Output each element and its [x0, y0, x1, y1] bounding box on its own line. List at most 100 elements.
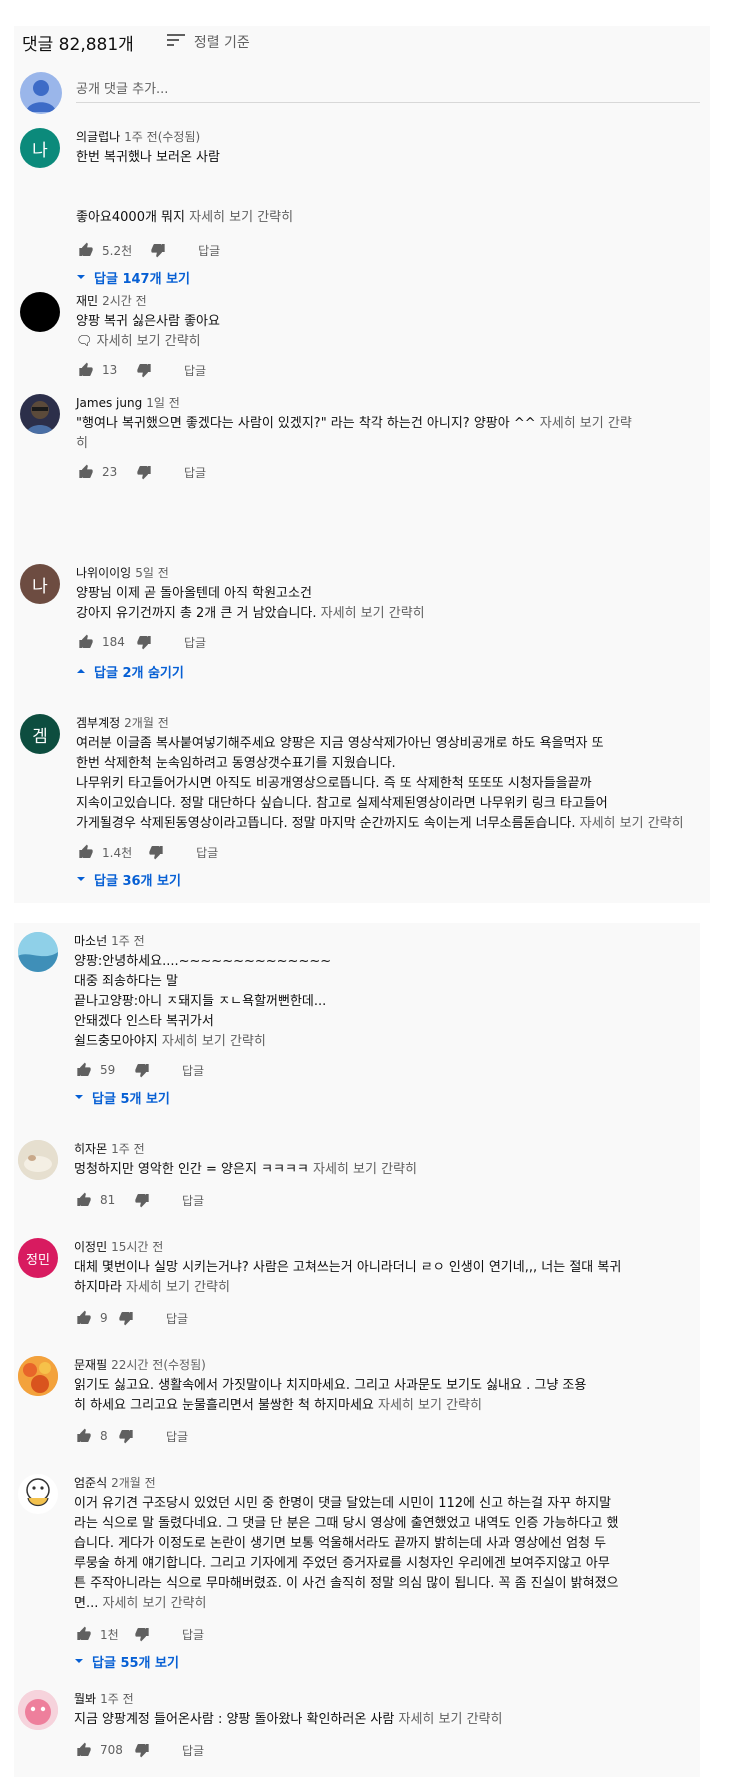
- comment-author[interactable]: 이정민: [74, 1240, 107, 1254]
- show-less-link[interactable]: 간략히: [381, 1162, 417, 1177]
- show-less-link[interactable]: 간략히: [467, 1712, 503, 1727]
- show-less-link[interactable]: 간략히: [230, 1034, 266, 1049]
- avatar[interactable]: 나: [20, 564, 60, 604]
- show-less-link[interactable]: 간략히: [194, 1280, 230, 1295]
- comment-time[interactable]: 22시간 전(수정됨): [111, 1358, 206, 1372]
- like-icon[interactable]: [74, 1308, 94, 1328]
- avatar[interactable]: [20, 394, 60, 434]
- comment-time[interactable]: 1주 전: [111, 1142, 145, 1156]
- reply-button[interactable]: 답글: [196, 844, 218, 861]
- read-more-link[interactable]: 자세히 보기: [313, 1162, 377, 1177]
- sort-label: 정렬 기준: [193, 35, 250, 51]
- reply-button[interactable]: 답글: [184, 362, 206, 379]
- dislike-icon[interactable]: [116, 1308, 136, 1328]
- read-more-link[interactable]: 자세히 보기: [540, 416, 604, 431]
- comment-time[interactable]: 15시간 전: [111, 1240, 163, 1254]
- like-icon[interactable]: [74, 1740, 94, 1760]
- avatar[interactable]: [20, 292, 60, 332]
- dislike-icon[interactable]: [116, 1426, 136, 1446]
- like-icon[interactable]: [76, 632, 96, 652]
- reply-button[interactable]: 답글: [198, 242, 220, 259]
- avatar[interactable]: [18, 1140, 58, 1180]
- avatar[interactable]: 나: [20, 128, 60, 168]
- read-more-link[interactable]: 자세히 보기: [103, 1596, 167, 1611]
- like-icon[interactable]: [76, 240, 96, 260]
- comment-time[interactable]: 5일 전: [135, 566, 169, 580]
- read-more-link[interactable]: 자세히 보기: [189, 210, 253, 225]
- reply-button[interactable]: 답글: [182, 1742, 204, 1759]
- add-comment-input[interactable]: [76, 76, 700, 103]
- comment-author[interactable]: James jung: [76, 396, 142, 410]
- dislike-icon[interactable]: [148, 240, 168, 260]
- reply-button[interactable]: 답글: [166, 1428, 188, 1445]
- like-icon[interactable]: [74, 1060, 94, 1080]
- comment-author[interactable]: 의글럽나: [76, 130, 120, 144]
- comment-author[interactable]: 뭘봐: [74, 1692, 96, 1706]
- dislike-icon[interactable]: [132, 1190, 152, 1210]
- read-more-link[interactable]: 자세히 보기: [162, 1034, 226, 1049]
- avatar[interactable]: [18, 932, 58, 972]
- show-less-link[interactable]: 간략히: [257, 210, 293, 225]
- comment-time[interactable]: 1주 전: [100, 1692, 134, 1706]
- reply-button[interactable]: 답글: [182, 1192, 204, 1209]
- read-more-link[interactable]: 자세히 보기: [126, 1280, 190, 1295]
- view-replies-button[interactable]: 답글 5개 보기: [74, 1086, 331, 1108]
- comment-author[interactable]: 히자몬: [74, 1142, 107, 1156]
- dislike-icon[interactable]: [134, 632, 154, 652]
- reply-button[interactable]: 답글: [184, 464, 206, 481]
- like-icon[interactable]: [74, 1624, 94, 1644]
- like-icon[interactable]: [76, 360, 96, 380]
- comment-author[interactable]: 문재필: [74, 1358, 107, 1372]
- read-more-link[interactable]: 자세히 보기: [580, 816, 644, 831]
- comment-time[interactable]: 2개월 전: [124, 716, 169, 730]
- reply-button[interactable]: 답글: [182, 1062, 204, 1079]
- show-less-link[interactable]: 간략히: [648, 816, 684, 831]
- like-icon[interactable]: [76, 842, 96, 862]
- comment-author[interactable]: 나위이이잉: [76, 566, 131, 580]
- like-count: 23: [102, 465, 118, 479]
- avatar[interactable]: [18, 1690, 58, 1730]
- dislike-icon[interactable]: [134, 462, 154, 482]
- show-less-link[interactable]: 간략히: [171, 1596, 207, 1611]
- like-icon[interactable]: [76, 462, 96, 482]
- read-more-link[interactable]: 자세히 보기: [321, 606, 385, 621]
- read-more-link[interactable]: 자세히 보기: [97, 334, 161, 349]
- comment-author[interactable]: 엄준식: [74, 1476, 107, 1490]
- avatar[interactable]: 정민: [18, 1238, 58, 1278]
- reply-button[interactable]: 답글: [184, 634, 206, 651]
- show-less-link[interactable]: 간략히: [165, 334, 201, 349]
- avatar[interactable]: 겜: [20, 714, 60, 754]
- show-less-link[interactable]: 간략히: [446, 1398, 482, 1413]
- hide-replies-button[interactable]: 답글 2개 숨기기: [76, 660, 425, 682]
- comment-time[interactable]: 1주 전: [111, 934, 145, 948]
- reply-button[interactable]: 답글: [182, 1626, 204, 1643]
- comment-author[interactable]: 재민: [76, 294, 98, 308]
- comment-time[interactable]: 1주 전(수정됨): [124, 130, 200, 144]
- comment-time[interactable]: 2시간 전: [102, 294, 147, 308]
- comment-time[interactable]: 1일 전: [146, 396, 180, 410]
- dislike-icon[interactable]: [146, 842, 166, 862]
- dislike-icon[interactable]: [132, 1740, 152, 1760]
- read-more-link[interactable]: 자세히 보기: [378, 1398, 442, 1413]
- view-replies-label: 답글 36개 보기: [94, 873, 181, 889]
- like-icon[interactable]: [74, 1190, 94, 1210]
- view-replies-button[interactable]: 답글 36개 보기: [76, 868, 716, 890]
- like-icon[interactable]: [74, 1426, 94, 1446]
- comment-text-line: 양팡:안녕하세요....~~~~~~~~~~~~~~: [74, 954, 332, 969]
- comment-text-line: 지금 양팡계정 들어온사람 : 양팡 돌아왔나 확인하러온 사람: [74, 1712, 395, 1727]
- show-less-link[interactable]: 간략히: [389, 606, 425, 621]
- avatar[interactable]: [18, 1474, 58, 1514]
- read-more-link[interactable]: 자세히 보기: [399, 1712, 463, 1727]
- comment-time[interactable]: 2개월 전: [111, 1476, 156, 1490]
- comment-author[interactable]: 겜부계정: [76, 716, 120, 730]
- reply-button[interactable]: 답글: [166, 1310, 188, 1327]
- dislike-icon[interactable]: [132, 1624, 152, 1644]
- comment-actions: 1천 답글: [74, 1622, 619, 1646]
- sort-button[interactable]: 정렬 기준: [166, 32, 250, 52]
- comment-author[interactable]: 마소넌: [74, 934, 107, 948]
- avatar[interactable]: [18, 1356, 58, 1396]
- dislike-icon[interactable]: [132, 1060, 152, 1080]
- view-replies-button[interactable]: 답글 55개 보기: [74, 1650, 619, 1672]
- dislike-icon[interactable]: [134, 360, 154, 380]
- view-replies-button[interactable]: 답글 147개 보기: [76, 266, 293, 288]
